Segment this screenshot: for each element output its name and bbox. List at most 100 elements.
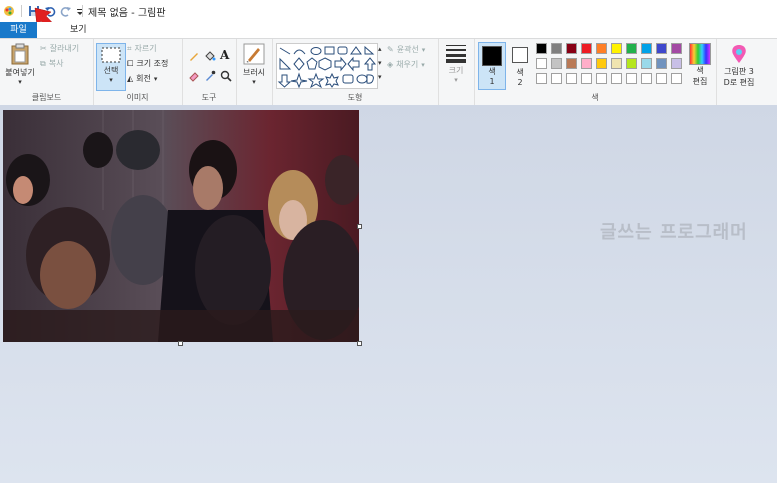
palette-swatch[interactable]	[536, 43, 547, 54]
color2-swatch	[512, 47, 528, 63]
palette-swatch[interactable]	[566, 58, 577, 69]
color-picker-icon[interactable]	[204, 70, 216, 85]
pencil-icon[interactable]	[188, 50, 200, 65]
palette-swatch-empty[interactable]	[551, 73, 562, 84]
color1-button[interactable]: 색 1	[478, 42, 506, 90]
crop-label: 자르기	[134, 44, 157, 53]
crowd-photo	[3, 110, 359, 342]
tab-view[interactable]: 보기	[70, 22, 87, 38]
palette-swatch[interactable]	[566, 43, 577, 54]
eraser-icon[interactable]	[188, 70, 200, 85]
clipboard-group: 붙여넣기 ▾ ✂ 잘라내기 ⧉ 복사 클립보드	[0, 39, 94, 105]
canvas-image[interactable]	[3, 110, 359, 342]
edit-colors-label-line1: 색	[696, 66, 704, 75]
palette-swatch-empty[interactable]	[671, 73, 682, 84]
brushes-button[interactable]: 브러시 ▾	[239, 43, 269, 86]
paste-button[interactable]: 붙여넣기 ▾	[3, 43, 37, 86]
palette-swatch[interactable]	[626, 58, 637, 69]
shapes-expand-icon[interactable]: ▾	[378, 73, 382, 81]
edit-with-paint3d-button[interactable]: 그림판 3 D로 편집	[718, 44, 760, 88]
palette-swatch[interactable]	[641, 43, 652, 54]
palette-swatch[interactable]	[626, 43, 637, 54]
palette-swatch[interactable]	[551, 43, 562, 54]
shapes-scroll-up-icon[interactable]: ▴	[378, 45, 382, 53]
fill-button[interactable]: ◈ 채우기 ▾	[387, 59, 425, 70]
resize-button[interactable]: ⧠ 크기 조정	[127, 58, 168, 69]
canvas-resize-handle-bottom[interactable]	[178, 341, 183, 346]
resize-icon: ⧠	[127, 58, 134, 68]
palette-swatch[interactable]	[671, 43, 682, 54]
palette-swatch[interactable]	[656, 58, 667, 69]
fill-bucket-icon[interactable]	[204, 50, 216, 65]
palette-swatch-empty[interactable]	[611, 73, 622, 84]
palette-swatch[interactable]	[671, 58, 682, 69]
ribbon: 붙여넣기 ▾ ✂ 잘라내기 ⧉ 복사 클립보드 선택 ▾ ⌗ 자르기 ⧠ 크기 …	[0, 38, 777, 106]
chevron-down-icon: ▾	[252, 78, 256, 86]
magnifier-icon[interactable]	[220, 70, 232, 85]
image-group-label: 이미지	[126, 93, 149, 102]
title-bar: 제목 없음 - 그림판	[0, 0, 777, 23]
edit-colors-label-line2: 편집	[692, 77, 708, 86]
palette-swatch[interactable]	[611, 58, 622, 69]
cut-button[interactable]: ✂ 잘라내기	[40, 43, 79, 54]
palette-swatch-empty[interactable]	[536, 73, 547, 84]
palette-swatch[interactable]	[581, 58, 592, 69]
brush-icon	[243, 43, 265, 67]
palette-swatch[interactable]	[656, 43, 667, 54]
outline-brush-icon: ✎	[387, 45, 394, 54]
brushes-group: 브러시 ▾	[236, 39, 273, 105]
tools-group: A 도구	[182, 39, 237, 105]
select-button[interactable]: 선택 ▾	[96, 43, 126, 91]
canvas-resize-handle-corner[interactable]	[357, 341, 362, 346]
rotate-label: 회전	[136, 74, 151, 83]
palette-swatch[interactable]	[596, 43, 607, 54]
palette-swatch[interactable]	[641, 58, 652, 69]
palette-swatch[interactable]	[611, 43, 622, 54]
palette-swatch-empty[interactable]	[581, 73, 592, 84]
color2-button[interactable]: 색 2	[508, 42, 532, 88]
palette-swatch[interactable]	[596, 58, 607, 69]
palette-swatch[interactable]	[581, 43, 592, 54]
rotate-button[interactable]: ◭ 회전 ▾	[127, 73, 157, 84]
tab-file[interactable]: 파일	[0, 22, 37, 38]
color1-label-line1: 색	[488, 67, 496, 76]
outline-button[interactable]: ✎ 윤곽선 ▾	[387, 44, 425, 55]
line-width-icon	[445, 43, 467, 65]
outline-label: 윤곽선	[396, 45, 419, 54]
size-button[interactable]: 크기 ▾	[441, 43, 471, 84]
paint-app-icon[interactable]	[3, 5, 15, 17]
crop-icon: ⌗	[127, 43, 132, 53]
palette-swatch-empty[interactable]	[641, 73, 652, 84]
palette-swatch-empty[interactable]	[626, 73, 637, 84]
crop-button[interactable]: ⌗ 자르기	[127, 43, 157, 54]
canvas-resize-handle-right[interactable]	[357, 224, 362, 229]
palette-swatch[interactable]	[536, 58, 547, 69]
shapes-scroll-down-icon[interactable]: ▾	[378, 59, 382, 67]
paint3d-group: 그림판 3 D로 편집	[716, 39, 762, 105]
size-group: 크기 ▾	[438, 39, 475, 105]
selection-icon	[101, 47, 121, 65]
shapes-gallery-icons	[277, 45, 377, 89]
tools-group-label: 도구	[201, 93, 217, 102]
chevron-down-icon: ▾	[454, 76, 458, 84]
palette-swatch[interactable]	[551, 58, 562, 69]
edit-colors-button[interactable]: 색 편집	[686, 43, 714, 87]
paint3d-icon	[730, 44, 748, 66]
text-tool-icon[interactable]: A	[220, 48, 229, 62]
shapes-gallery[interactable]	[276, 43, 378, 89]
palette-swatch-empty[interactable]	[566, 73, 577, 84]
paste-label: 붙여넣기	[5, 68, 35, 77]
paint3d-label-line1: 그림판 3	[724, 67, 754, 76]
palette-swatch-empty[interactable]	[596, 73, 607, 84]
image-group: 선택 ▾ ⌗ 자르기 ⧠ 크기 조정 ◭ 회전 ▾ 이미지	[93, 39, 183, 105]
colors-group-label: 색	[591, 93, 599, 102]
qat-divider	[21, 5, 22, 17]
chevron-down-icon: ▾	[421, 45, 426, 54]
copy-button[interactable]: ⧉ 복사	[40, 58, 63, 69]
window-title: 제목 없음 - 그림판	[88, 8, 166, 19]
paint3d-label-line2: D로 편집	[723, 78, 755, 87]
paste-icon	[10, 43, 30, 67]
palette-swatch-empty[interactable]	[656, 73, 667, 84]
scissors-icon: ✂	[40, 44, 47, 53]
color2-label-line1: 색	[516, 68, 524, 77]
